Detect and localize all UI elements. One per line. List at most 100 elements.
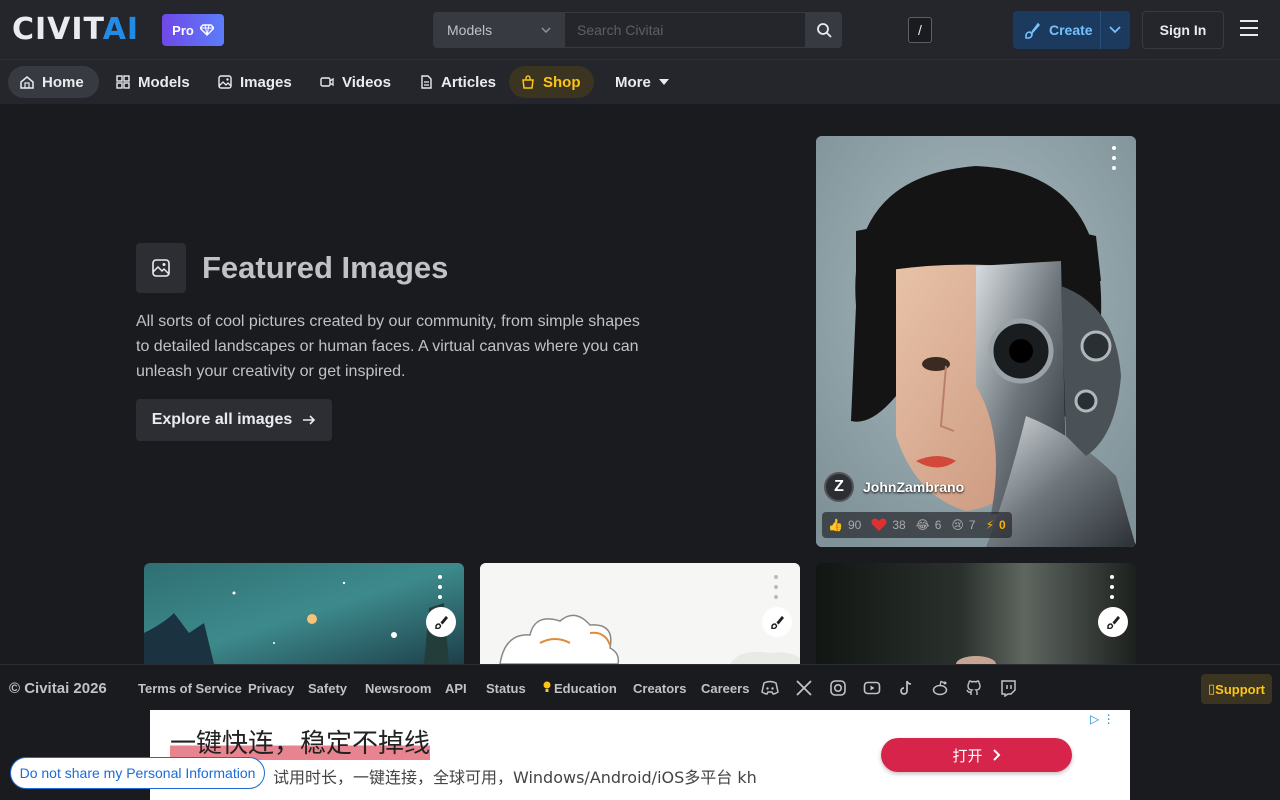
username[interactable]: JohnZambrano bbox=[863, 479, 964, 495]
search-input[interactable] bbox=[564, 12, 806, 48]
featured-images-icon-box bbox=[136, 243, 186, 293]
github-icon[interactable] bbox=[965, 679, 983, 697]
reddit-icon[interactable] bbox=[931, 679, 949, 697]
caret-down-icon bbox=[658, 79, 669, 85]
footer-link-education[interactable]: Education bbox=[543, 681, 617, 696]
featured-title: Featured Images bbox=[202, 250, 449, 285]
youtube-icon[interactable] bbox=[863, 679, 881, 697]
laugh-reaction[interactable]: 😂 6 bbox=[916, 518, 942, 532]
sign-in-button[interactable]: Sign In bbox=[1142, 11, 1224, 49]
privacy-opt-out-button[interactable]: Do not share my Personal Information bbox=[10, 757, 265, 789]
nav-shop[interactable]: Shop bbox=[509, 66, 594, 98]
brush-icon bbox=[1025, 22, 1041, 39]
card-menu-icon[interactable] bbox=[773, 575, 779, 599]
cry-reaction[interactable]: 😢 7 bbox=[951, 518, 975, 532]
footer-link-creators[interactable]: Creators bbox=[633, 681, 686, 696]
instagram-icon[interactable] bbox=[829, 679, 847, 697]
logo-text-ai: AI bbox=[102, 12, 140, 47]
ad-banner[interactable]: 一键快连，稳定不掉线 试用时长，一键连接，全球可用，Windows/Androi… bbox=[150, 710, 1130, 800]
footer-link-newsroom[interactable]: Newsroom bbox=[365, 681, 431, 696]
create-menu-chevron-icon[interactable] bbox=[1108, 22, 1122, 36]
remix-button[interactable] bbox=[426, 607, 456, 637]
brush-icon bbox=[1107, 615, 1120, 629]
lightning-icon: ⚡ bbox=[985, 518, 995, 532]
support-label: Support bbox=[1215, 681, 1265, 697]
nav-home-label: Home bbox=[42, 73, 84, 91]
grid-icon bbox=[116, 75, 130, 89]
nav-videos[interactable]: Videos bbox=[308, 66, 403, 98]
explore-label: Explore all images bbox=[151, 411, 293, 428]
brush-icon bbox=[771, 615, 784, 629]
twitch-icon[interactable] bbox=[999, 679, 1017, 697]
nav-models[interactable]: Models bbox=[104, 66, 202, 98]
cry-count: 7 bbox=[968, 518, 976, 532]
nav-more[interactable]: More bbox=[603, 66, 681, 98]
create-button[interactable]: Create bbox=[1013, 11, 1130, 49]
footer: © Civitai 2026 Terms of Service Privacy … bbox=[0, 664, 1280, 710]
card-menu-icon[interactable] bbox=[1111, 146, 1117, 170]
buzz-reaction[interactable]: ⚡ 0 bbox=[986, 518, 1006, 532]
x-twitter-icon[interactable] bbox=[795, 679, 813, 697]
image-card-1[interactable] bbox=[144, 563, 464, 664]
card-menu-icon[interactable] bbox=[1109, 575, 1115, 599]
nav-bar: Home Models Images Videos Articles Shop … bbox=[0, 60, 1280, 104]
ad-open-button[interactable]: 打开 bbox=[881, 738, 1072, 772]
nav-articles[interactable]: Articles bbox=[407, 66, 508, 98]
search-type-select[interactable]: Models bbox=[433, 12, 564, 48]
laugh-count: 6 bbox=[934, 518, 942, 532]
reaction-bar: 👍 90 38 😂 6 😢 7 ⚡ 0 bbox=[822, 512, 1012, 538]
remix-button[interactable] bbox=[1098, 607, 1128, 637]
shopping-bag-icon bbox=[522, 75, 534, 89]
nav-models-label: Models bbox=[138, 73, 190, 91]
footer-link-safety[interactable]: Safety bbox=[308, 681, 347, 696]
photo-icon bbox=[152, 259, 170, 277]
search-type-value: Models bbox=[447, 22, 493, 38]
copyright: © Civitai 2026 bbox=[9, 680, 107, 697]
footer-link-terms[interactable]: Terms of Service bbox=[138, 681, 242, 696]
heart-reaction[interactable]: 38 bbox=[871, 518, 906, 532]
logo-text-civit: CIVIT bbox=[12, 12, 103, 47]
search-bar: Models / bbox=[433, 12, 932, 48]
tiktok-icon[interactable] bbox=[897, 679, 915, 697]
footer-link-api[interactable]: API bbox=[445, 681, 467, 696]
ad-open-label: 打开 bbox=[952, 746, 983, 765]
dark-portrait-image bbox=[816, 563, 1136, 664]
image-icon bbox=[218, 75, 232, 89]
avatar[interactable]: Z bbox=[824, 472, 854, 502]
nav-home[interactable]: Home bbox=[8, 66, 99, 98]
footer-link-careers[interactable]: Careers bbox=[701, 681, 749, 696]
lightbulb-icon bbox=[543, 681, 551, 692]
footer-link-status[interactable]: Status bbox=[486, 681, 526, 696]
like-count: 90 bbox=[847, 518, 862, 532]
video-icon bbox=[320, 77, 334, 87]
search-button[interactable] bbox=[806, 12, 842, 48]
ad-choices-icon[interactable]: ▷ ⋮ bbox=[1090, 712, 1115, 726]
brush-icon bbox=[435, 615, 448, 629]
cloud-sketch-image bbox=[480, 563, 800, 664]
support-button[interactable]: ▯ Support bbox=[1201, 674, 1272, 704]
thumbs-up-icon: 👍 bbox=[828, 518, 843, 532]
chevron-down-icon bbox=[541, 27, 551, 33]
like-reaction[interactable]: 👍 90 bbox=[828, 518, 861, 532]
article-icon bbox=[421, 75, 432, 89]
explore-all-images-button[interactable]: Explore all images bbox=[136, 399, 332, 441]
create-label: Create bbox=[1049, 22, 1093, 38]
card-menu-icon[interactable] bbox=[437, 575, 443, 599]
remix-button[interactable] bbox=[762, 607, 792, 637]
image-card-2[interactable] bbox=[480, 563, 800, 664]
menu-icon[interactable] bbox=[1240, 20, 1260, 38]
search-shortcut-key: / bbox=[908, 17, 932, 43]
support-icon: ▯ bbox=[1208, 681, 1216, 696]
footer-link-privacy[interactable]: Privacy bbox=[248, 681, 294, 696]
arrow-right-icon bbox=[303, 415, 316, 425]
ad-headline: 一键快连，稳定不掉线 bbox=[170, 728, 431, 760]
featured-image-card[interactable]: Z JohnZambrano 👍 90 38 😂 6 😢 7 ⚡ 0 bbox=[816, 136, 1136, 547]
nav-images[interactable]: Images bbox=[206, 66, 304, 98]
pro-button[interactable]: Pro bbox=[162, 14, 224, 46]
discord-icon[interactable] bbox=[761, 679, 779, 697]
top-bar: CIVITAI Pro Models / Create Sign In bbox=[0, 0, 1280, 60]
image-card-3[interactable] bbox=[816, 563, 1136, 664]
civitai-logo[interactable]: CIVITAI bbox=[12, 15, 139, 45]
pro-label: Pro bbox=[172, 22, 194, 38]
home-icon bbox=[20, 76, 34, 89]
